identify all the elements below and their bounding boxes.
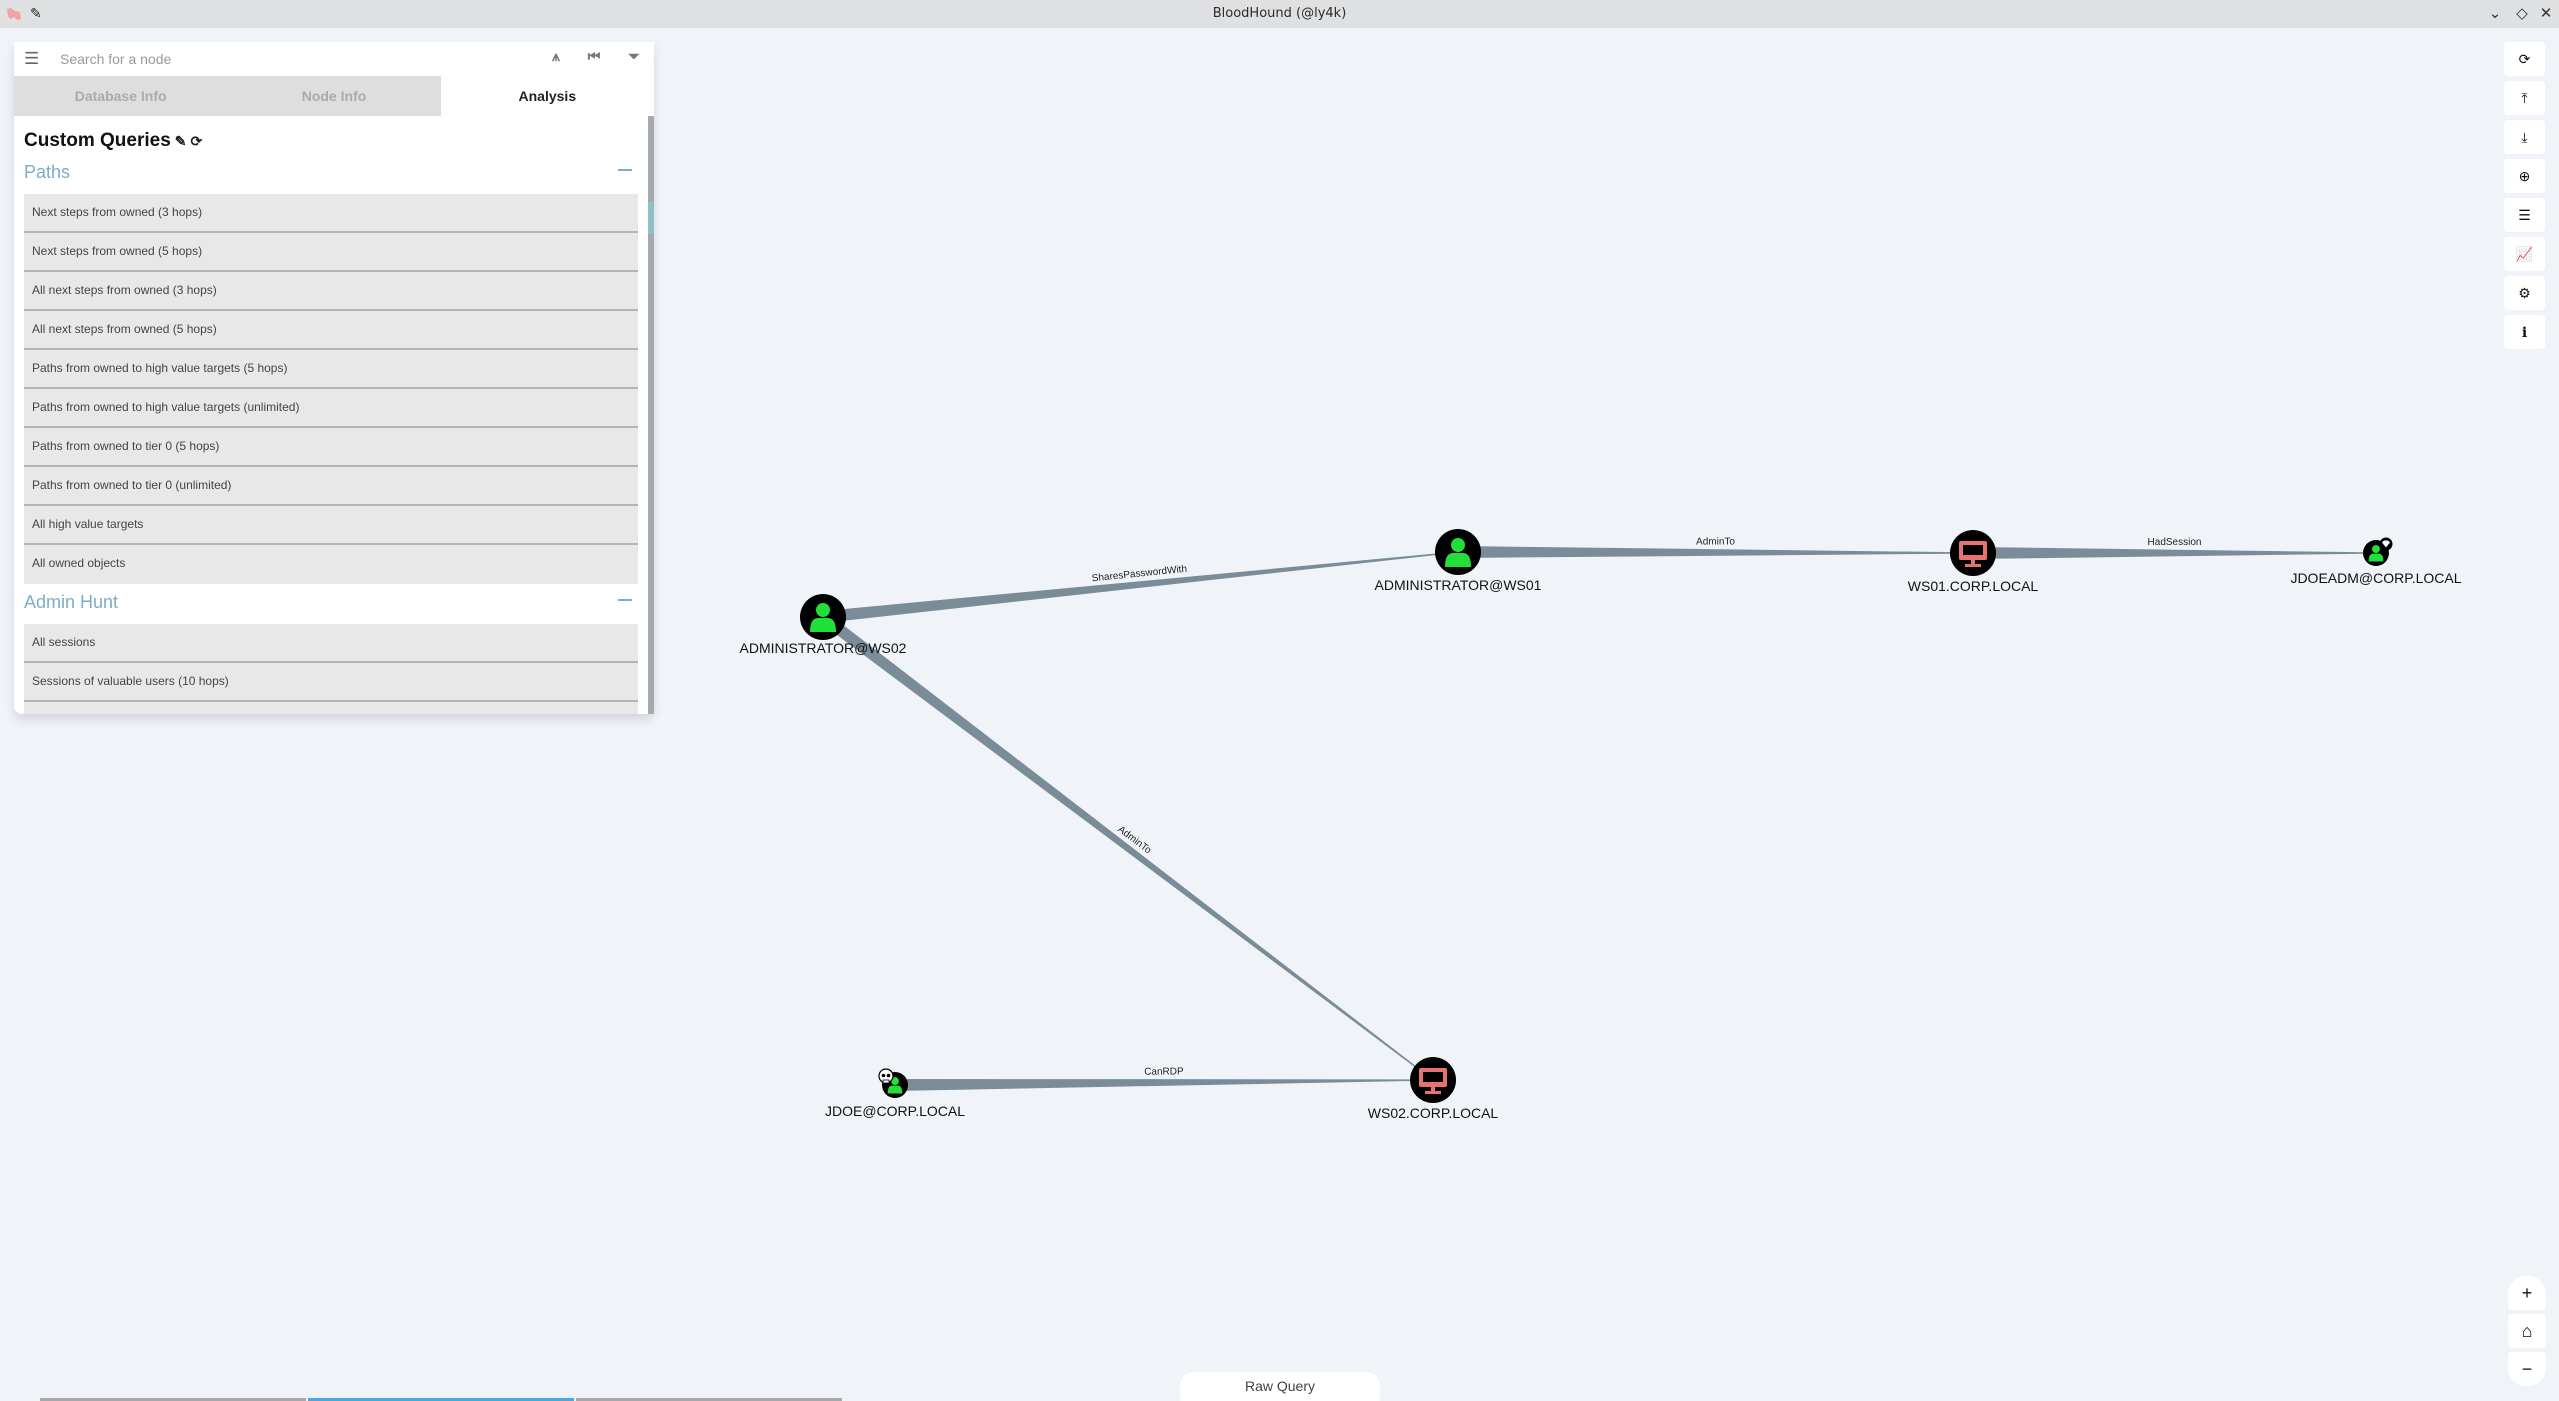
window-title: BloodHound (@ly4k) (1212, 6, 1347, 21)
edge-label: AdminTo (1696, 536, 1735, 547)
query-item[interactable]: All next steps from owned (5 hops) (24, 311, 638, 350)
query-item[interactable]: Sessions of valuable users (10 hops) (24, 663, 638, 702)
collapse-icon[interactable] (618, 599, 632, 601)
query-item[interactable]: Paths from owned to high value targets (… (24, 389, 638, 428)
query-item[interactable]: All sessions (24, 624, 638, 663)
skull-icon (878, 1068, 894, 1084)
close-button[interactable]: ✕ (2536, 3, 2556, 25)
node-label: JDOEADM@CORP.LOCAL (2290, 570, 2461, 586)
maximize-button[interactable]: ◇ (2512, 3, 2532, 25)
minimize-button[interactable]: ⌄ (2485, 3, 2505, 25)
graph-node-computer[interactable]: WS01.CORP.LOCAL (1908, 530, 2039, 594)
edge-label: HadSession (2148, 537, 2202, 548)
edge-adminto[interactable] (819, 612, 1434, 1081)
edge-hadsession[interactable] (1973, 547, 2376, 559)
edge-sharespasswordwith[interactable] (822, 551, 1459, 623)
raw-query-button[interactable]: Raw Query (1180, 1372, 1380, 1401)
section-admin-hunt[interactable]: Admin Hunt (24, 584, 638, 624)
queue-list-icon: ☰ (2518, 207, 2531, 223)
panel-tabs: Database Info Node Info Analysis (14, 76, 654, 116)
query-item[interactable]: Paths from owned to high value targets (… (24, 350, 638, 389)
side-panel: ☰ ⩚ ⏮ ⏷ Database Info Node Info Analysis… (14, 42, 654, 714)
node-label: ADMINISTRATOR@WS01 (1375, 577, 1542, 593)
zoom-in-button[interactable]: + (2508, 1276, 2546, 1310)
graph-node-user[interactable]: ADMINISTRATOR@WS02 (740, 594, 907, 656)
refresh-icon: ⟳ (2518, 51, 2531, 67)
graph-node-user[interactable]: JDOEADM@CORP.LOCAL (2290, 537, 2462, 587)
query-list-paths: Next steps from owned (3 hops) Next steps… (24, 194, 638, 584)
tab-database-info[interactable]: Database Info (14, 76, 228, 116)
chart-icon: 📈 (2515, 246, 2534, 262)
query-item[interactable]: Next steps from owned (5 hops) (24, 233, 638, 272)
graph-node-user[interactable]: JDOE@CORP.LOCAL (825, 1068, 965, 1119)
edit-icon[interactable]: ✎ (175, 133, 187, 149)
info-icon: i (2521, 325, 2528, 341)
node-label: JDOE@CORP.LOCAL (825, 1103, 965, 1119)
edge-adminto[interactable] (1457, 546, 1974, 558)
section-paths[interactable]: Paths (24, 154, 638, 194)
import-button[interactable]: ⊕ (2504, 159, 2545, 193)
back-icon[interactable]: ⏮ (584, 48, 604, 70)
edge-canrdp[interactable] (894, 1079, 1434, 1091)
custom-queries-header: Custom Queries ✎ ⟳ (24, 130, 202, 152)
title-bar: ✎ BloodHound (@ly4k) ⌄ ◇ ✕ (0, 0, 2559, 28)
query-item[interactable]: Paths from owned to tier 0 (5 hops) (24, 428, 638, 467)
node-label: WS02.CORP.LOCAL (1368, 1105, 1499, 1121)
analysis-content: Custom Queries ✎ ⟳ Paths Next steps from o… (14, 116, 646, 714)
tab-analysis[interactable]: Analysis (440, 76, 654, 116)
refresh-button[interactable]: ⟳ (2504, 42, 2545, 76)
chart-button[interactable]: 📈 (2504, 237, 2545, 271)
menu-icon[interactable]: ☰ (24, 49, 39, 69)
settings-icon: ⚙ (2518, 285, 2531, 301)
home-button[interactable]: ⌂ (2508, 1314, 2546, 1348)
download-icon: ⤓ (2521, 129, 2528, 145)
custom-queries-title: Custom Queries (24, 130, 171, 151)
pathfinding-icon[interactable]: ⩚ (546, 48, 566, 70)
home-icon: ⌂ (2521, 1321, 2533, 1341)
zoom-out-button[interactable]: − (2508, 1352, 2546, 1386)
query-item[interactable]: All next steps from owned (3 hops) (24, 272, 638, 311)
panel-scrollbar[interactable] (648, 116, 654, 714)
search-bar: ☰ ⩚ ⏮ ⏷ (14, 42, 654, 76)
node-label: WS01.CORP.LOCAL (1908, 578, 2039, 594)
upload-icon: ⤒ (2521, 90, 2528, 106)
settings-button[interactable]: ⚙ (2504, 276, 2545, 310)
query-item[interactable]: Next steps from owned (3 hops) (24, 194, 638, 233)
query-list-admin-hunt: All sessions Sessions of valuable users (… (24, 624, 638, 714)
edge-label: CanRDP (1144, 1066, 1184, 1077)
queue-list-button[interactable]: ☰ (2504, 198, 2545, 232)
download-button[interactable]: ⤓ (2504, 120, 2545, 154)
node-search-input[interactable] (60, 47, 540, 71)
diamond-icon (2379, 537, 2393, 551)
query-item[interactable]: All owned objects (24, 545, 638, 584)
refresh-queries-icon[interactable]: ⟳ (191, 133, 203, 149)
query-item[interactable]: All high value targets (24, 506, 638, 545)
upload-button[interactable]: ⤒ (2504, 81, 2545, 115)
node-label: ADMINISTRATOR@WS02 (740, 640, 907, 656)
graph-node-computer[interactable]: WS02.CORP.LOCAL (1368, 1057, 1499, 1121)
filter-icon[interactable]: ⏷ (624, 48, 644, 70)
info-button[interactable]: i (2504, 315, 2545, 349)
tab-node-info[interactable]: Node Info (227, 76, 441, 116)
collapse-icon[interactable] (618, 169, 632, 171)
import-icon: ⊕ (2518, 168, 2531, 184)
section-title: Admin Hunt (24, 592, 119, 612)
section-title: Paths (24, 162, 71, 182)
scrollbar-thumb[interactable] (648, 202, 654, 234)
query-item[interactable]: Sessions on outdated computers (24, 702, 638, 714)
query-item[interactable]: Paths from owned to tier 0 (unlimited) (24, 467, 638, 506)
graph-node-user[interactable]: ADMINISTRATOR@WS01 (1375, 529, 1542, 593)
